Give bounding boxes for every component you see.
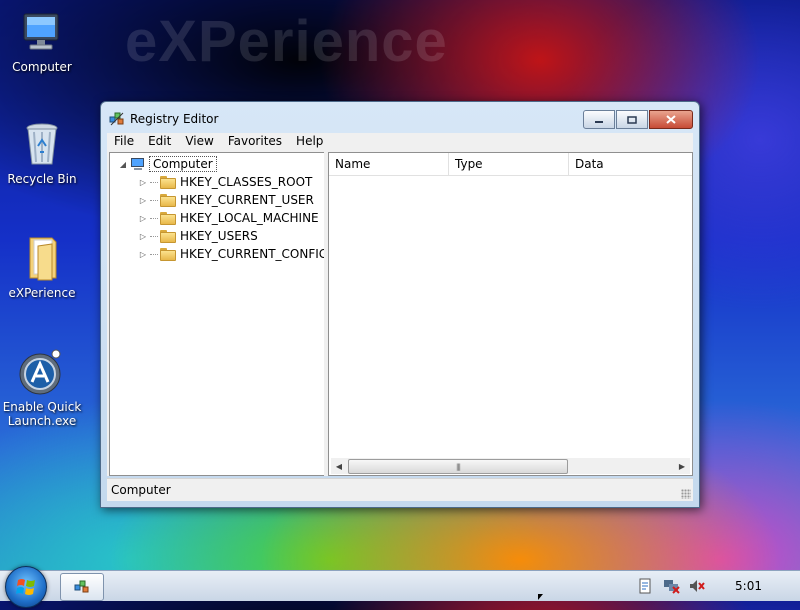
expand-triangle-icon[interactable]: ▷ [138,231,148,241]
system-tray: 5:01 [627,571,800,601]
list-header: Name Type Data [329,153,692,176]
start-button[interactable] [5,566,47,608]
folder-icon [160,229,176,243]
desktop-icon-enable-quick-launch[interactable]: Enable Quick Launch.exe [0,348,84,428]
scroll-left-arrow-icon[interactable]: ◀ [331,458,347,474]
menu-help[interactable]: Help [289,133,330,150]
registry-editor-icon [74,580,89,593]
window-title: Registry Editor [130,112,219,126]
tree-item-label: HKEY_CLASSES_ROOT [180,175,313,189]
minimize-button[interactable] [583,110,615,129]
column-header-data[interactable]: Data [569,153,691,175]
expand-triangle-icon[interactable]: ▷ [138,195,148,205]
document-tray-icon[interactable] [637,578,653,594]
desktop-icon-recycle-bin[interactable]: Recycle Bin [0,120,84,186]
minimize-icon [595,120,603,123]
menu-view[interactable]: View [178,133,220,150]
tree-item-computer[interactable]: ◢ Computer [118,155,217,173]
expand-triangle-icon[interactable]: ▷ [138,249,148,259]
menu-bar: File Edit View Favorites Help [107,133,693,150]
tree-item-label: HKEY_CURRENT_USER [180,193,314,207]
desktop-icon-label: eXPerience [8,286,76,300]
close-icon [666,115,676,124]
status-bar: Computer [107,478,693,501]
column-header-name[interactable]: Name [329,153,449,175]
collapse-triangle-icon[interactable]: ◢ [118,159,128,169]
close-button[interactable] [649,110,693,129]
expand-triangle-icon[interactable]: ▷ [138,213,148,223]
client-area: ◢ Computer ▷ HKEY_CLASSES_ROOT ▷ HKEY_CU… [107,150,693,476]
taskbar: 5:01 [0,566,800,608]
tree-item-label: HKEY_CURRENT_CONFIG [180,247,329,261]
computer-small-icon [130,157,146,171]
scrollbar-thumb[interactable]: ||| [348,459,568,474]
desktop-icon-computer[interactable]: Computer [0,8,84,74]
tree-item-label: Computer [149,156,217,172]
registry-editor-window[interactable]: Registry Editor File Edit View Favorites… [100,101,700,508]
windows-logo-icon [16,579,35,595]
values-list[interactable]: Name Type Data ◀ ||| ▶ [328,152,693,476]
desktop-icon-label: Recycle Bin [7,172,77,186]
horizontal-scrollbar[interactable]: ◀ ||| ▶ [331,458,690,474]
menu-edit[interactable]: Edit [141,133,178,150]
folder-icon [18,234,66,282]
desktop-icon-experience-folder[interactable]: eXPerience [0,234,84,300]
recycle-bin-icon [18,120,66,168]
menu-file[interactable]: File [107,133,141,150]
quick-launch-app-icon [18,348,66,396]
folder-icon [160,193,176,207]
tree-item-label: HKEY_LOCAL_MACHINE [180,211,319,225]
taskbar-clock[interactable]: 5:01 [735,579,762,593]
volume-muted-icon[interactable] [689,578,705,594]
desktop-icon-label: Computer [12,60,72,74]
tree-item-hkey-users[interactable]: ▷ HKEY_USERS [138,227,258,245]
desktop-icon-label: Enable Quick Launch.exe [2,400,82,428]
folder-icon [160,175,176,189]
status-text: Computer [111,483,171,497]
folder-icon [160,247,176,261]
maximize-button[interactable] [616,110,648,129]
computer-icon [18,8,66,56]
column-header-type[interactable]: Type [449,153,569,175]
title-bar[interactable]: Registry Editor [101,102,699,132]
resize-grip[interactable] [681,489,691,499]
tree-item-hkey-local-machine[interactable]: ▷ HKEY_LOCAL_MACHINE [138,209,319,227]
taskbar-button-registry-editor[interactable] [60,573,104,601]
desktop-watermark: eXPerience [125,9,448,74]
expand-triangle-icon[interactable]: ▷ [138,177,148,187]
scroll-right-arrow-icon[interactable]: ▶ [674,458,690,474]
tree-item-hkey-current-config[interactable]: ▷ HKEY_CURRENT_CONFIG [138,245,328,263]
tree-item-hkey-current-user[interactable]: ▷ HKEY_CURRENT_USER [138,191,314,209]
menu-favorites[interactable]: Favorites [221,133,289,150]
network-disconnected-icon[interactable] [663,578,680,594]
registry-editor-icon [109,111,125,127]
tree-item-label: HKEY_USERS [180,229,258,243]
folder-icon [160,211,176,225]
tree-item-hkey-classes-root[interactable]: ▷ HKEY_CLASSES_ROOT [138,173,312,191]
mouse-cursor-icon [538,594,543,600]
registry-tree[interactable]: ◢ Computer ▷ HKEY_CLASSES_ROOT ▷ HKEY_CU… [109,152,328,476]
maximize-icon [627,115,637,124]
